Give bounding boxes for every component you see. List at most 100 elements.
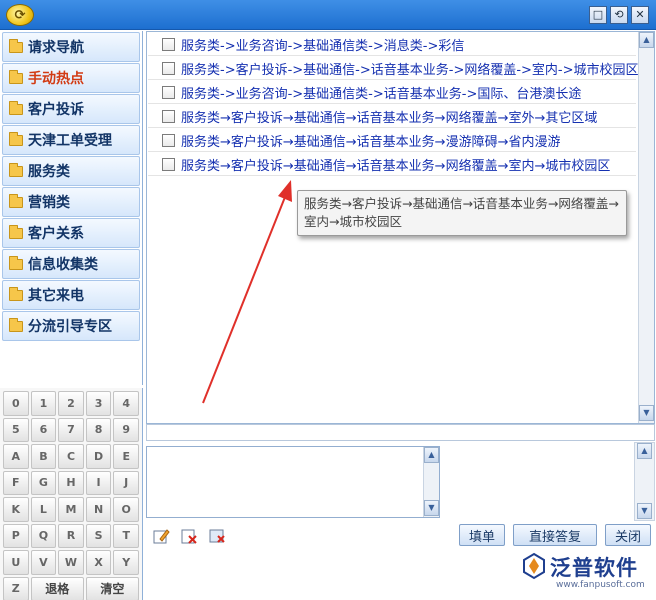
row-checkbox[interactable] [162,134,175,147]
row-checkbox[interactable] [162,38,175,51]
key-w[interactable]: W [58,550,84,575]
sidebar-item-diversion[interactable]: 分流引导专区 [2,311,140,341]
list-item[interactable]: 服务类->客户投诉->基础通信->话音基本业务->网络覆盖->室内->城市校园区 [148,58,639,80]
sidebar-item-manual-hotspot[interactable]: 手动热点 [2,63,140,93]
sidebar: 请求导航 手动热点 客户投诉 天津工单受理 服务类 营销类 客户关系 信息收集类… [0,31,143,385]
key-n[interactable]: N [85,497,112,522]
sidebar-item-info-collection[interactable]: 信息收集类 [2,249,140,279]
key-8[interactable]: 8 [85,417,112,442]
key-r[interactable]: R [58,523,84,548]
clear-key[interactable]: 清空 [85,576,139,600]
letter-keyboard: 0 1 2 3 4 5 6 7 8 9 A B C D E F G H I J … [0,388,143,600]
key-e[interactable]: E [113,444,139,469]
sidebar-item-complaints[interactable]: 客户投诉 [2,94,140,124]
key-5[interactable]: 5 [3,417,29,442]
key-z[interactable]: Z [3,576,29,600]
panel-scrollbar[interactable]: ▲ ▼ [634,442,655,521]
key-k[interactable]: K [3,497,29,522]
key-f[interactable]: F [3,470,29,495]
list-item[interactable]: 服务类→客户投诉→基础通信→话音基本业务→网络覆盖→室内→城市校园区 [148,154,636,176]
key-3[interactable]: 3 [85,391,112,416]
list-item[interactable]: 服务类->业务咨询->基础通信类->消息类->彩信 [148,34,636,56]
sidebar-item-label: 分流引导专区 [28,319,112,335]
note-textarea[interactable]: ▲ ▼ [146,446,440,518]
key-g[interactable]: G [30,470,57,495]
key-l[interactable]: L [30,497,57,522]
key-1[interactable]: 1 [30,391,57,416]
key-h[interactable]: H [58,470,84,495]
row-checkbox[interactable] [162,62,175,75]
edit-icon[interactable] [152,527,170,545]
key-t[interactable]: T [113,523,139,548]
list-item[interactable]: 服务类→客户投诉→基础通信→话音基本业务→网络覆盖→室外→其它区域 [148,106,636,128]
key-m[interactable]: M [58,497,84,522]
close-window-button[interactable]: ✕ [631,6,649,24]
list-scrollbar[interactable]: ▲ ▼ [638,32,654,423]
app-logo-icon: ⟳ [6,4,34,26]
fill-order-button[interactable]: 填单 [459,524,505,546]
delete-icon[interactable] [180,527,198,545]
textarea-scrollbar[interactable]: ▲ ▼ [423,447,439,517]
scroll-down-icon[interactable]: ▼ [424,500,439,516]
scroll-up-icon[interactable]: ▲ [639,32,654,48]
restore-button[interactable]: ⟲ [610,6,628,24]
row-path-link[interactable]: 服务类->业务咨询->基础通信类->话音基本业务->国际、台港澳长途 [181,83,581,102]
brand-logo-icon [523,552,545,580]
key-v[interactable]: V [30,550,57,575]
folder-icon [9,162,23,177]
sidebar-item-customer-relations[interactable]: 客户关系 [2,218,140,248]
sidebar-item-service[interactable]: 服务类 [2,156,140,186]
key-4[interactable]: 4 [113,391,139,416]
key-a[interactable]: A [3,444,29,469]
row-checkbox[interactable] [162,158,175,171]
key-c[interactable]: C [58,444,84,469]
key-s[interactable]: S [85,523,112,548]
sidebar-item-label: 请求导航 [28,40,84,56]
key-b[interactable]: B [30,444,57,469]
key-j[interactable]: J [113,470,139,495]
list-item[interactable]: 服务类->业务咨询->基础通信类->话音基本业务->国际、台港澳长途 [148,82,636,104]
row-checkbox[interactable] [162,86,175,99]
list-item[interactable]: 服务类→客户投诉→基础通信→话音基本业务→漫游障碍→省内漫游 [148,130,636,152]
action-toolbar: 填单 直接答复 关闭 [146,522,655,548]
direct-reply-button[interactable]: 直接答复 [513,524,597,546]
key-x[interactable]: X [85,550,112,575]
key-0[interactable]: 0 [3,391,29,416]
sidebar-item-request-nav[interactable]: 请求导航 [2,32,140,62]
maximize-button[interactable]: □ [589,6,607,24]
row-path-link[interactable]: 服务类→客户投诉→基础通信→话音基本业务→漫游障碍→省内漫游 [181,131,560,150]
row-path-link[interactable]: 服务类→客户投诉→基础通信→话音基本业务→网络覆盖→室内→城市校园区 [181,155,610,174]
sidebar-item-other-calls[interactable]: 其它来电 [2,280,140,310]
row-path-link[interactable]: 服务类→客户投诉→基础通信→话音基本业务→网络覆盖→室外→其它区域 [181,107,597,126]
key-d[interactable]: D [85,444,112,469]
key-i[interactable]: I [85,470,112,495]
key-o[interactable]: O [113,497,139,522]
folder-icon [9,193,23,208]
remove-icon[interactable] [208,527,226,545]
folder-icon [9,100,23,115]
key-q[interactable]: Q [30,523,57,548]
folder-icon [9,317,23,332]
sidebar-item-tianjin-orders[interactable]: 天津工单受理 [2,125,140,155]
scroll-down-icon[interactable]: ▼ [639,405,654,421]
scroll-down-icon[interactable]: ▼ [637,503,652,519]
row-checkbox[interactable] [162,110,175,123]
key-6[interactable]: 6 [30,417,57,442]
sidebar-item-label: 其它来电 [28,288,84,304]
folder-icon [9,286,23,301]
key-9[interactable]: 9 [113,417,139,442]
row-path-link[interactable]: 服务类->业务咨询->基础通信类->消息类->彩信 [181,35,464,54]
sidebar-item-label: 天津工单受理 [28,133,112,149]
close-button[interactable]: 关闭 [605,524,651,546]
backspace-key[interactable]: 退格 [30,576,84,600]
key-7[interactable]: 7 [58,417,84,442]
row-path-link[interactable]: 服务类->客户投诉->基础通信->话音基本业务->网络覆盖->室内->城市校园区 [181,59,639,78]
scroll-up-icon[interactable]: ▲ [637,443,652,459]
horizontal-scrollbar[interactable] [146,424,655,441]
key-y[interactable]: Y [113,550,139,575]
scroll-up-icon[interactable]: ▲ [424,447,439,463]
key-2[interactable]: 2 [58,391,84,416]
sidebar-item-marketing[interactable]: 营销类 [2,187,140,217]
key-u[interactable]: U [3,550,29,575]
key-p[interactable]: P [3,523,29,548]
